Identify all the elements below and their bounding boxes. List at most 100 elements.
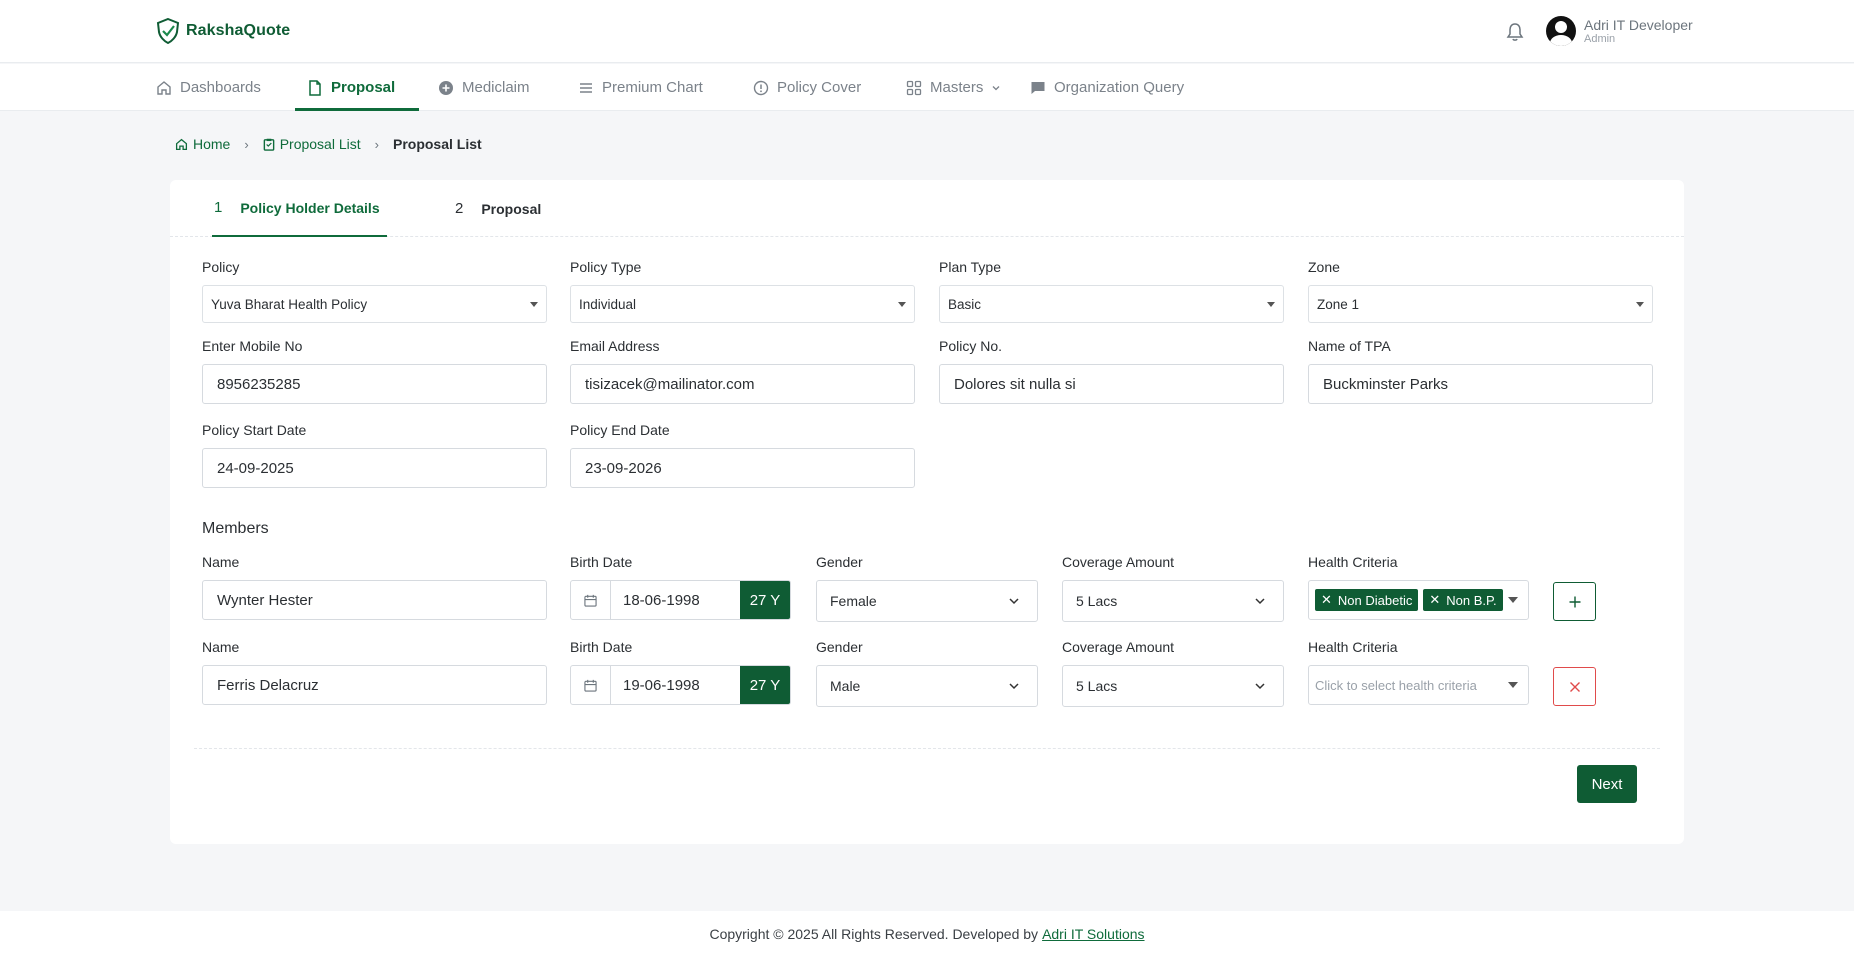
birth-date-field[interactable]: 18-06-1998 27 Y (570, 580, 791, 620)
gender-value: Female (830, 593, 877, 609)
nav-label: Dashboards (180, 79, 261, 96)
caret-down-icon (1636, 302, 1644, 307)
breadcrumb-home-label: Home (193, 136, 231, 152)
zone-label: Zone (1308, 259, 1340, 275)
plan-type-select[interactable]: Basic (939, 285, 1284, 323)
list-icon (580, 82, 592, 93)
shield-logo-icon (156, 18, 180, 44)
plus-icon (1569, 596, 1580, 607)
breadcrumb-separator: › (374, 136, 379, 152)
nav-item-premium-chart[interactable]: Premium Chart (578, 64, 703, 111)
user-role: Admin (1584, 32, 1616, 45)
caret-down-icon (1267, 302, 1275, 307)
birth-date-label: Birth Date (570, 639, 633, 655)
nav-label: Policy Cover (777, 79, 862, 96)
developer-link[interactable]: Adri IT Solutions (1042, 926, 1144, 942)
nav-label: Mediclaim (462, 79, 530, 96)
tpa-label: Name of TPA (1308, 338, 1391, 354)
document-icon (309, 79, 321, 96)
chevron-down-icon (992, 85, 1000, 90)
remove-tag-icon[interactable]: ✕ (1321, 592, 1332, 608)
members-heading: Members (202, 520, 269, 537)
step-label: Policy Holder Details (240, 199, 380, 216)
age-badge: 27 Y (740, 666, 790, 704)
gender-select[interactable]: Female (816, 580, 1038, 622)
breadcrumb-list-label: Proposal List (279, 136, 361, 152)
breadcrumb-separator: › (244, 136, 249, 152)
nav-item-proposal[interactable]: Proposal (294, 64, 420, 111)
plan-type-value: Basic (948, 296, 982, 312)
nav-item-masters[interactable]: Masters (906, 64, 1001, 111)
caret-down-icon (1508, 682, 1518, 688)
member-name-input[interactable]: Wynter Hester (202, 580, 547, 620)
nav-item-mediclaim[interactable]: Mediclaim (438, 64, 530, 111)
nav-label: Premium Chart (602, 79, 703, 96)
nav-item-organization-query[interactable]: Organization Query (1030, 64, 1184, 111)
policy-value: Yuva Bharat Health Policy (211, 296, 368, 312)
breadcrumb-home[interactable]: Home (175, 136, 230, 152)
gender-select[interactable]: Male (816, 665, 1038, 707)
tpa-input[interactable]: Buckminster Parks (1308, 364, 1653, 404)
chevron-down-icon (1255, 683, 1265, 690)
brand-logo[interactable]: RakshaQuote (156, 18, 290, 44)
health-criteria-select[interactable]: Click to select health criteria (1308, 665, 1529, 705)
footer: Copyright © 2025 All Rights Reserved. De… (0, 911, 1854, 963)
health-tag[interactable]: ✕ Non B.P. (1423, 589, 1503, 611)
start-date-label: Policy Start Date (202, 422, 307, 438)
end-date-label: Policy End Date (570, 422, 670, 438)
nav-item-dashboards[interactable]: Dashboards (156, 64, 261, 111)
caret-down-icon (530, 302, 538, 307)
policy-no-input[interactable]: Dolores sit nulla si (939, 364, 1284, 404)
main-nav: Dashboards Proposal Mediclaim Premium Ch… (0, 64, 1854, 111)
member-name-label: Name (202, 639, 240, 655)
step-number: 1 (214, 199, 223, 216)
mobile-input[interactable]: 8956235285 (202, 364, 547, 404)
coverage-value: 5 Lacs (1076, 593, 1118, 609)
divider (194, 748, 1660, 749)
remove-tag-icon[interactable]: ✕ (1429, 592, 1440, 608)
policy-type-select[interactable]: Individual (570, 285, 915, 323)
notification-bell-icon[interactable] (1505, 21, 1525, 43)
tab-proposal[interactable]: 2 Proposal (455, 180, 541, 237)
add-member-button[interactable] (1553, 582, 1596, 621)
tag-label: Non B.P. (1446, 592, 1497, 608)
copyright-text: Copyright © 2025 All Rights Reserved. De… (709, 926, 1039, 942)
zone-select[interactable]: Zone 1 (1308, 285, 1653, 323)
policy-no-label: Policy No. (939, 338, 1003, 354)
plus-circle-icon (439, 80, 453, 95)
chevron-down-icon (1255, 598, 1265, 605)
chevron-down-icon (1009, 598, 1019, 605)
nav-item-policy-cover[interactable]: Policy Cover (753, 64, 861, 111)
proposal-form-card: 1 Policy Holder Details 2 Proposal Polic… (170, 180, 1684, 844)
coverage-label: Coverage Amount (1062, 554, 1175, 570)
policy-select[interactable]: Yuva Bharat Health Policy (202, 285, 547, 323)
end-date-input[interactable]: 23-09-2026 (570, 448, 915, 488)
next-button[interactable]: Next (1577, 765, 1637, 803)
email-input[interactable]: tisizacek@mailinator.com (570, 364, 915, 404)
health-tag[interactable]: ✕ Non Diabetic (1315, 589, 1419, 611)
birth-date-label: Birth Date (570, 554, 633, 570)
tag-label: Non Diabetic (1337, 592, 1413, 608)
policy-type-label: Policy Type (570, 259, 642, 275)
health-criteria-select[interactable]: ✕ Non Diabetic ✕ Non B.P. (1308, 580, 1529, 620)
start-date-input[interactable]: 24-09-2025 (202, 448, 547, 488)
step-number: 2 (455, 200, 464, 217)
grid-icon (906, 80, 922, 95)
coverage-select[interactable]: 5 Lacs (1062, 665, 1284, 707)
remove-member-button[interactable] (1553, 667, 1596, 706)
member-name-input[interactable]: Ferris Delacruz (202, 665, 547, 705)
step-label: Proposal (481, 200, 542, 217)
health-criteria-label: Health Criteria (1308, 639, 1398, 655)
breadcrumb-proposal-list[interactable]: Proposal List (263, 136, 361, 152)
tab-policy-holder-details[interactable]: 1 Policy Holder Details (212, 180, 387, 237)
caret-down-icon (1508, 597, 1518, 603)
nav-label: Proposal (331, 79, 396, 96)
caret-down-icon (898, 302, 906, 307)
birth-date-field[interactable]: 19-06-1998 27 Y (570, 665, 791, 705)
avatar (1546, 16, 1576, 46)
user-menu[interactable]: Adri IT Developer Admin (1546, 16, 1693, 46)
policy-type-value: Individual (579, 296, 637, 312)
coverage-value: 5 Lacs (1076, 678, 1118, 694)
top-header: RakshaQuote Adri IT Developer Admin (0, 0, 1854, 63)
coverage-select[interactable]: 5 Lacs (1062, 580, 1284, 622)
